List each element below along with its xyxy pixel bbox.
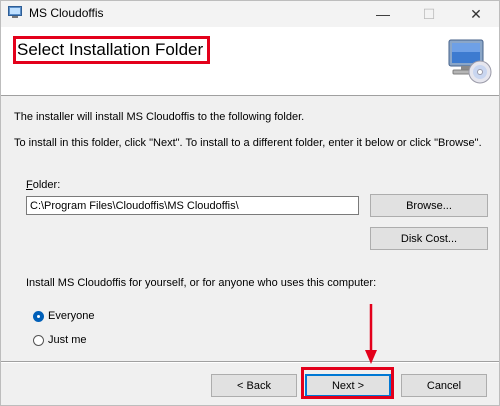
title-bar[interactable]: MS Cloudoffis — ☐ ✕ (1, 1, 499, 27)
window-title: MS Cloudoffis (29, 6, 104, 20)
footer-separator (1, 361, 499, 363)
folder-path-input[interactable] (26, 196, 359, 215)
radio-everyone-indicator[interactable] (33, 310, 44, 322)
folder-label: Folder: (26, 179, 60, 191)
installer-window: MS Cloudoffis — ☐ ✕ Select Installation … (0, 0, 500, 406)
radio-everyone-label: Everyone (48, 310, 95, 322)
computer-disc-icon (448, 39, 492, 84)
minimize-button[interactable]: — (360, 1, 406, 27)
radio-just-me-indicator[interactable] (33, 334, 44, 346)
disk-cost-button[interactable]: Disk Cost... (370, 227, 488, 250)
cancel-button[interactable]: Cancel (401, 374, 487, 397)
radio-everyone[interactable]: Everyone (33, 310, 94, 322)
close-button[interactable]: ✕ (453, 1, 499, 27)
back-button[interactable]: < Back (211, 374, 297, 397)
folder-label-text: older: (32, 179, 61, 191)
install-for-label: Install MS Cloudoffis for yourself, or f… (26, 277, 377, 289)
maximize-icon: ☐ (422, 5, 436, 22)
next-button-highlight (301, 367, 394, 399)
radio-just-me[interactable]: Just me (33, 334, 87, 346)
radio-just-me-label: Just me (48, 334, 87, 346)
installer-app-icon (8, 6, 22, 18)
page-title: Select Installation Folder (13, 36, 211, 64)
intro-text-1: The installer will install MS Cloudoffis… (14, 111, 305, 123)
arrow-down-icon (365, 304, 377, 364)
close-icon: ✕ (470, 5, 482, 22)
browse-button[interactable]: Browse... (370, 194, 488, 217)
folder-label-accelerator: F (26, 179, 33, 191)
intro-text-2: To install in this folder, click "Next".… (14, 137, 482, 149)
maximize-button[interactable]: ☐ (406, 1, 452, 27)
minimize-icon: — (376, 6, 390, 22)
header-banner: Select Installation Folder (1, 27, 499, 96)
